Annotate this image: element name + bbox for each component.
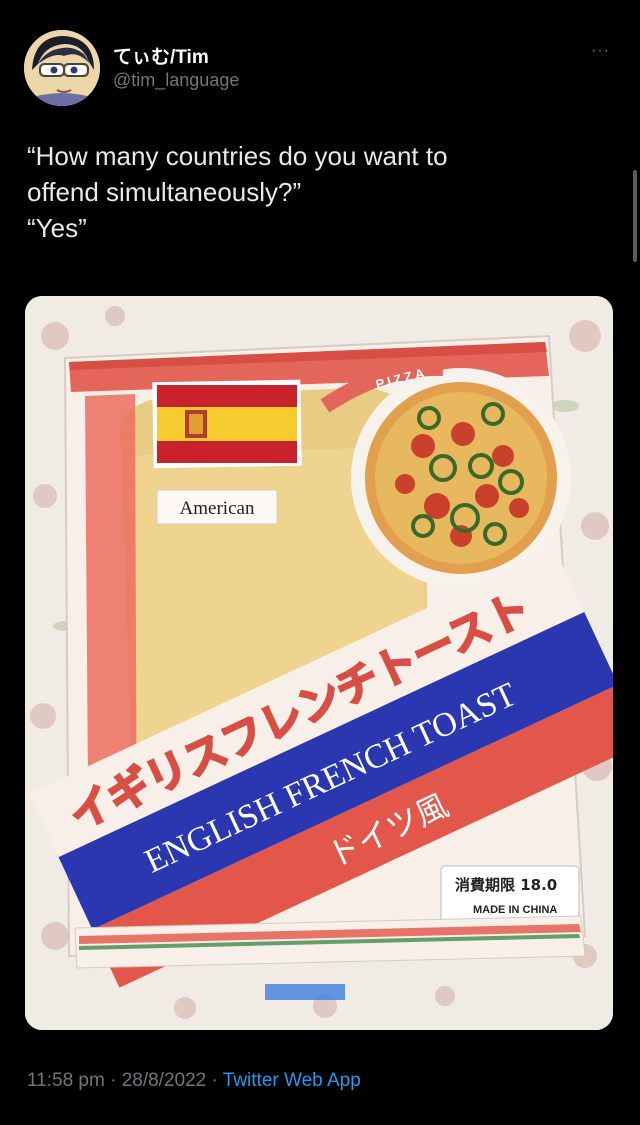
tweet-photo[interactable]: American PIZZA イギリスフレンチトースト ENGLISH FREN… <box>25 296 613 1030</box>
meta-separator: · <box>206 1070 223 1091</box>
tweet-line: “Yes” <box>27 213 87 243</box>
expiry-sticker: 消費期限 18.0 MADE IN CHINA <box>440 865 580 923</box>
tweet-line: offend simultaneously?” <box>27 177 302 207</box>
tweet-line: “How many countries do you want to <box>27 141 448 171</box>
spain-flag-icon <box>152 379 302 469</box>
bread-package-photo: American PIZZA イギリスフレンチトースト ENGLISH FREN… <box>25 296 613 1030</box>
more-icon[interactable]: ··· <box>591 42 610 60</box>
american-label: American <box>180 498 255 519</box>
scrollbar[interactable] <box>633 170 637 262</box>
tweet-source-link[interactable]: Twitter Web App <box>223 1070 361 1091</box>
user-handle[interactable]: @tim_language <box>113 70 239 91</box>
display-name[interactable]: てぃむ/Tim <box>113 42 209 69</box>
tweet-header: てぃむ/Tim @tim_language ··· <box>24 30 616 106</box>
tweet-date[interactable]: 28/8/2022 <box>122 1070 207 1091</box>
tweet-text: “How many countries do you want to offen… <box>27 138 587 246</box>
blue-clip <box>265 984 345 1000</box>
avatar-illustration <box>24 30 100 106</box>
avatar[interactable] <box>24 30 100 106</box>
tweet-time[interactable]: 11:58 pm <box>27 1070 105 1091</box>
meta-separator: · <box>104 1070 122 1091</box>
origin-label: MADE IN CHINA <box>473 904 557 916</box>
tweet-meta: 11:58 pm · 28/8/2022 · Twitter Web App <box>27 1070 361 1092</box>
expiry-label: 消費期限 18.0 <box>455 876 557 894</box>
american-tag: American <box>156 489 278 525</box>
